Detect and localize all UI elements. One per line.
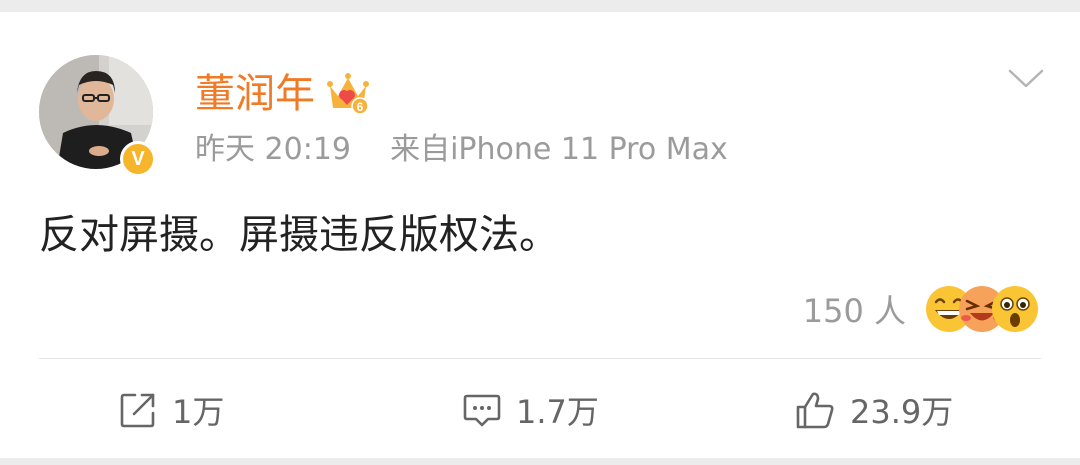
thumbs-up-icon [796, 392, 834, 429]
reaction-count: 150 人 [802, 292, 906, 330]
divider [39, 358, 1041, 359]
post-meta: 昨天 20:19 来自iPhone 11 Pro Max [195, 130, 728, 170]
username[interactable]: 董润年 [195, 70, 315, 118]
surprised-emoji-icon [992, 286, 1038, 332]
share-icon [120, 393, 155, 428]
weibo-post-card: V 董润年 6 昨天 20:19 来自iPhone 11 Pro Max 反对屏… [0, 12, 1080, 458]
like-button[interactable]: 23.9万 [794, 382, 953, 438]
repost-count: 1万 [172, 393, 225, 431]
reactions-summary[interactable]: 150 人 [803, 280, 1040, 338]
comment-icon [463, 394, 501, 427]
post-text: 反对屏摄。屏摄违反版权法。 [39, 212, 559, 258]
member-level-text: 6 [357, 100, 364, 114]
like-count: 23.9万 [850, 393, 954, 431]
reaction-emojis [924, 284, 1040, 334]
chevron-down-icon[interactable] [1007, 67, 1045, 95]
comment-count: 1.7万 [516, 393, 599, 431]
comment-button[interactable]: 1.7万 [462, 382, 599, 438]
verified-v-icon: V [120, 141, 156, 177]
member-crown-icon[interactable]: 6 [327, 70, 369, 120]
post-source: 来自iPhone 11 Pro Max [390, 132, 728, 167]
repost-button[interactable]: 1万 [118, 382, 224, 438]
post-timestamp: 昨天 20:19 [195, 132, 351, 167]
